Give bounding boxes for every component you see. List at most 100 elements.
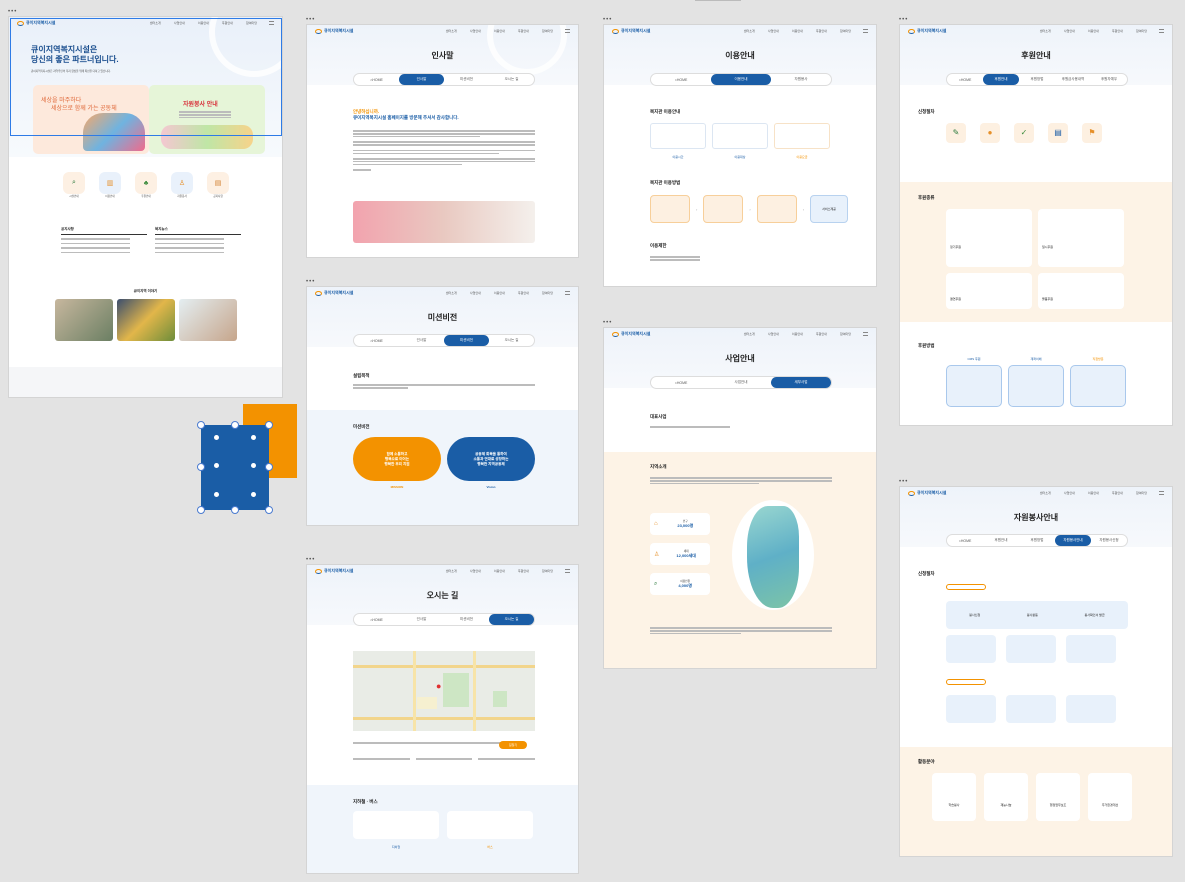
find-route-button[interactable]: 길찾기 [499, 741, 527, 749]
frame-support[interactable]: 큐이지역복지시설 센터소개 사업안내 이용안내 후원안내 참여마당 후원안내 ⌂ HOME… [899, 24, 1173, 426]
nav-item[interactable]: 후원안내 [816, 29, 827, 33]
tab-usage-history[interactable]: 후원금사용내역 [1055, 74, 1091, 85]
resize-handle[interactable] [265, 506, 273, 514]
nav-item[interactable]: 이용안내 [494, 29, 505, 33]
site-logo[interactable]: 큐이지역복지시설 [612, 331, 650, 337]
quick-item[interactable]: ▤ 공지사항 [207, 172, 229, 198]
tab-mission[interactable]: 미션비전 [444, 614, 489, 625]
resize-handle[interactable] [197, 463, 205, 471]
tab-mission[interactable]: 미션비전 [444, 335, 489, 346]
menu-icon[interactable] [863, 29, 868, 33]
nav-item[interactable]: 사업안내 [768, 332, 779, 336]
menu-icon[interactable] [863, 332, 868, 336]
quick-item[interactable]: ♙ 자원봉사 [171, 172, 193, 198]
quick-item[interactable]: ▥ 이용안내 [99, 172, 121, 198]
frame-directions[interactable]: 큐이지역복지시설 센터소개 사업안내 이용안내 후원안내 참여마당 오시는 길 ⌂ HOM… [306, 564, 579, 874]
nav-item[interactable]: 사업안내 [1064, 491, 1075, 495]
nav-item[interactable]: 후원안내 [1112, 29, 1123, 33]
nav-item[interactable]: 후원안내 [1112, 491, 1123, 495]
tab-donor[interactable]: 후원자예우 [1091, 74, 1127, 85]
nav-item[interactable]: 후원안내 [518, 29, 529, 33]
tab-volunteer-info[interactable]: 자원봉사안내 [1055, 535, 1091, 546]
nav-item[interactable]: 참여마당 [542, 291, 553, 295]
story-photo[interactable] [179, 299, 237, 341]
tab-greeting[interactable]: 인사말 [399, 74, 444, 85]
nav-item[interactable]: 센터소개 [446, 291, 457, 295]
nav-item[interactable]: 참여마당 [840, 332, 851, 336]
nav-item[interactable]: 참여마당 [542, 569, 553, 573]
nav-item[interactable]: 센터소개 [744, 29, 755, 33]
tab-method[interactable]: 후원방법 [1019, 74, 1055, 85]
quick-item[interactable]: ⌕ 시설안내 [63, 172, 85, 198]
nav-item[interactable]: 사업안내 [768, 29, 779, 33]
site-logo[interactable]: 큐이지역복지시설 [612, 28, 650, 34]
tab-support[interactable]: 후원안내 [983, 74, 1019, 85]
menu-icon[interactable] [1159, 29, 1164, 33]
nav-item[interactable]: 참여마당 [1136, 491, 1147, 495]
menu-icon[interactable] [565, 569, 570, 573]
nav-item[interactable]: 이용안내 [494, 569, 505, 573]
menu-icon[interactable] [1159, 491, 1164, 495]
site-logo[interactable]: 큐이지역복지시설 [908, 28, 946, 34]
tab-support[interactable]: 후원안내 [983, 535, 1019, 546]
nav-item[interactable]: 센터소개 [1040, 491, 1051, 495]
nav-item[interactable]: 센터소개 [446, 569, 457, 573]
tab-volunteer[interactable]: 자원봉사 [771, 74, 831, 85]
tab-usage[interactable]: 이용안내 [711, 74, 771, 85]
resize-handle[interactable] [265, 463, 273, 471]
nav-item[interactable]: 이용안내 [792, 332, 803, 336]
nav-item[interactable]: 참여마당 [840, 29, 851, 33]
tab-home[interactable]: ⌂ HOME [354, 335, 399, 346]
nav-item[interactable]: 이용안내 [1088, 491, 1099, 495]
resize-handle[interactable] [231, 506, 239, 514]
selected-blue-shape[interactable] [201, 425, 269, 510]
tab-home[interactable]: ⌂ HOME [354, 614, 399, 625]
frame-home[interactable]: 큐이지역복지시설 센터소개 사업안내 이용안내 후원안내 참여마당 큐이지역복지… [8, 16, 283, 398]
nav-item[interactable]: 사업안내 [470, 29, 481, 33]
tab-directions[interactable]: 오시는 길 [489, 614, 534, 625]
map[interactable]: ● [353, 651, 535, 731]
tab-directions[interactable]: 오시는 길 [489, 335, 534, 346]
nav-item[interactable]: 사업안내 [470, 569, 481, 573]
nav-item[interactable]: 센터소개 [1040, 29, 1051, 33]
tab-directions[interactable]: 오시는 길 [489, 74, 534, 85]
tab-volunteer-apply[interactable]: 자원봉사신청 [1091, 535, 1127, 546]
tab-home[interactable]: ⌂ HOME [651, 377, 711, 388]
resize-handle[interactable] [231, 421, 239, 429]
nav-item[interactable]: 후원안내 [518, 569, 529, 573]
menu-icon[interactable] [565, 29, 570, 33]
tab-detail[interactable]: 세부사업 [771, 377, 831, 388]
tab-home[interactable]: ⌂ HOME [947, 535, 983, 546]
nav-item[interactable]: 센터소개 [446, 29, 457, 33]
site-logo[interactable]: 큐이지역복지시설 [315, 568, 353, 574]
nav-item[interactable]: 참여마당 [542, 29, 553, 33]
nav-item[interactable]: 사업안내 [1064, 29, 1075, 33]
story-photo[interactable] [117, 299, 175, 341]
resize-handle[interactable] [197, 421, 205, 429]
frame-greeting[interactable]: 큐이지역복지시설 센터소개 사업안내 이용안내 후원안내 참여마당 인사말 ⌂ HOME … [306, 24, 579, 258]
resize-handle[interactable] [197, 506, 205, 514]
tab-business[interactable]: 사업안내 [711, 377, 771, 388]
frame-usage[interactable]: 큐이지역복지시설 센터소개 사업안내 이용안내 후원안내 참여마당 이용안내 ⌂ HOME… [603, 24, 877, 287]
tab-home[interactable]: ⌂ HOME [354, 74, 399, 85]
tab-home[interactable]: ⌂ HOME [651, 74, 711, 85]
nav-item[interactable]: 후원안내 [816, 332, 827, 336]
tab-home[interactable]: ⌂ HOME [947, 74, 983, 85]
quick-item[interactable]: ♣ 후원안내 [135, 172, 157, 198]
site-logo[interactable]: 큐이지역복지시설 [908, 490, 946, 496]
tab-mission[interactable]: 미션비전 [444, 74, 489, 85]
nav-item[interactable]: 이용안내 [792, 29, 803, 33]
nav-item[interactable]: 이용안내 [494, 291, 505, 295]
menu-icon[interactable] [565, 291, 570, 295]
nav-item[interactable]: 후원안내 [518, 291, 529, 295]
site-logo[interactable]: 큐이지역복지시설 [315, 28, 353, 34]
frame-business[interactable]: 큐이지역복지시설 센터소개 사업안내 이용안내 후원안내 참여마당 사업안내 ⌂ HOME… [603, 327, 877, 669]
tab-greeting[interactable]: 인사말 [399, 614, 444, 625]
site-logo[interactable]: 큐이지역복지시설 [315, 290, 353, 296]
frame-volunteer[interactable]: 큐이지역복지시설 센터소개 사업안내 이용안내 후원안내 참여마당 자원봉사안내 ⌂ HO… [899, 486, 1173, 857]
resize-handle[interactable] [265, 421, 273, 429]
frame-mission[interactable]: 큐이지역복지시설 센터소개 사업안내 이용안내 후원안내 참여마당 미션비전 ⌂ HOME… [306, 286, 579, 526]
nav-item[interactable]: 이용안내 [1088, 29, 1099, 33]
story-photo[interactable] [55, 299, 113, 341]
nav-item[interactable]: 센터소개 [744, 332, 755, 336]
